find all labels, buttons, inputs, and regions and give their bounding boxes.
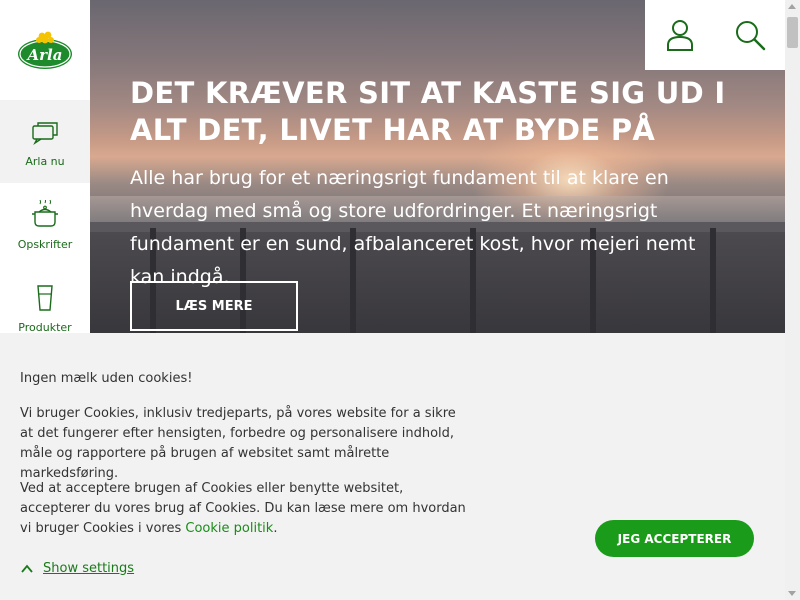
- hero-text: Alle har brug for et næringsrigt fundame…: [130, 167, 696, 288]
- cookie-banner: Ingen mælk uden cookies! Vi bruger Cooki…: [0, 333, 785, 600]
- cooking-pot-icon: [32, 200, 58, 227]
- hero-title: DET KRÆVER SIT AT KASTE SIG UD I ALT DET…: [130, 76, 726, 147]
- sidebar-item-opskrifter[interactable]: Opskrifter: [0, 183, 90, 266]
- svg-text:Arla: Arla: [26, 46, 63, 64]
- glass-icon: [37, 285, 53, 311]
- cookie-paragraph-end: .: [273, 521, 278, 536]
- accept-cookies-button[interactable]: JEG ACCEPTERER: [595, 520, 754, 557]
- scroll-down-arrow-icon[interactable]: [788, 591, 796, 596]
- cookie-title: Ingen mælk uden cookies!: [20, 371, 193, 386]
- show-settings-label: Show settings: [43, 561, 135, 576]
- chevron-up-icon: [21, 564, 33, 573]
- search-button[interactable]: [715, 0, 785, 70]
- page-scrollbar[interactable]: [785, 0, 800, 600]
- read-more-button[interactable]: LÆS MERE: [130, 281, 298, 331]
- user-button[interactable]: [645, 0, 715, 70]
- cookie-paragraph: Vi bruger Cookies, inklusiv tredjeparts,…: [20, 406, 456, 481]
- arla-logo[interactable]: Arla: [0, 0, 90, 100]
- cookie-paragraph: Ved at acceptere brugen af Cookies eller…: [20, 479, 470, 539]
- arla-logo-icon: Arla: [18, 31, 72, 69]
- header-icon-bar: [645, 0, 785, 70]
- show-settings-toggle[interactable]: Show settings: [20, 561, 134, 576]
- sidebar-item-arla-nu[interactable]: Arla nu: [0, 100, 94, 183]
- search-icon: [736, 21, 766, 51]
- cookie-policy-link[interactable]: Cookie politik: [185, 521, 273, 536]
- scroll-up-arrow-icon[interactable]: [788, 4, 796, 9]
- scrollbar-thumb[interactable]: [787, 17, 798, 48]
- sidebar-item-label: Arla nu: [25, 155, 65, 168]
- sidebar-item-label: Opskrifter: [17, 238, 73, 251]
- chat-bubbles-icon: [32, 122, 58, 146]
- user-icon: [667, 20, 693, 51]
